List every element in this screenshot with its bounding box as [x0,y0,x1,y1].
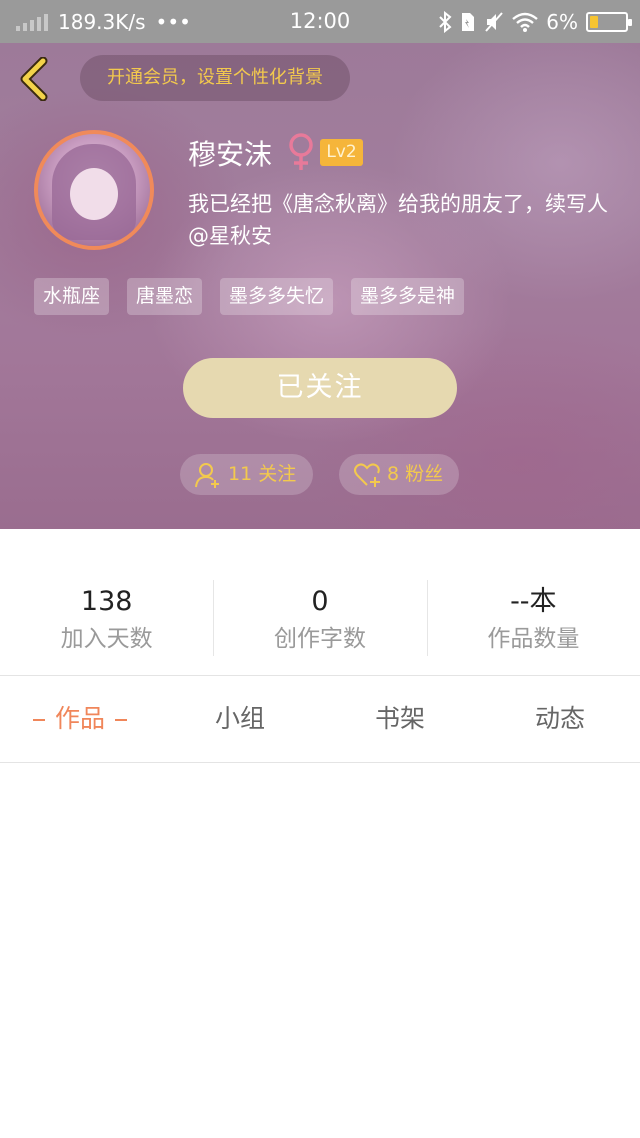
chevron-left-icon [20,57,48,101]
vip-banner[interactable]: 开通会员，设置个性化背景 [80,55,350,101]
tag-item[interactable]: 唐墨恋 [127,278,203,315]
stat-label: 创作字数 [273,626,366,652]
tab-bookshelf[interactable]: 书架 [320,676,480,762]
network-speed: 189.3K/s [58,9,146,34]
fans-button[interactable]: 8 粉丝 [339,454,459,495]
status-bar: 189.3K/s ••• 12:00 6% [0,0,640,43]
tab-label: 小组 [214,704,265,733]
username: 穆安沫 [188,138,273,171]
female-icon [289,133,313,170]
battery-icon [586,11,632,32]
following-label: 11 关注 [228,463,297,485]
following-button[interactable]: 11 关注 [180,454,313,495]
fans-label: 8 粉丝 [387,463,444,485]
stat-days: 138 加入天数 [0,580,213,656]
mute-icon [485,11,504,32]
battery-fill [590,15,598,28]
tab-label: 书架 [374,704,425,733]
stat-label: 作品数量 [487,626,580,652]
stat-value: 138 [80,586,133,617]
bluetooth-icon [439,10,452,33]
tab-label: 作品 [54,704,105,733]
tab-activity[interactable]: 动态 [480,676,640,762]
wifi-icon [512,12,539,32]
add-user-icon [195,462,219,488]
tag-list: 水瓶座 唐墨恋 墨多多失忆 墨多多是神 [34,278,465,315]
follow-button[interactable]: 已关注 [183,358,457,418]
stat-value: --本 [510,586,557,617]
tab-bar: 作品 小组 书架 动态 [0,676,640,762]
heart-icon [354,462,380,487]
status-right: 6% [438,0,632,43]
sim-icon [462,12,475,31]
status-dots: ••• [155,9,191,34]
tab-works[interactable]: 作品 [0,676,160,762]
tab-groups[interactable]: 小组 [160,676,320,762]
signal-icon [16,13,48,31]
tag-item[interactable]: 墨多多是神 [351,278,465,315]
status-left: 189.3K/s ••• [16,0,191,43]
stat-works: --本 作品数量 [426,580,640,656]
bio-text: 我已经把《唐念秋离》给我的朋友了，续写人@星秋安 [188,192,608,248]
tab-label: 动态 [534,704,585,733]
back-button[interactable] [14,57,54,101]
divider [0,762,640,763]
tag-item[interactable]: 水瓶座 [34,278,110,315]
stat-value: 0 [311,586,329,617]
stats-row: 138 加入天数 0 创作字数 --本 作品数量 [0,580,640,656]
avatar[interactable] [34,130,154,250]
level-badge: Lv2 [320,139,363,166]
stat-label: 加入天数 [60,626,153,652]
tag-item[interactable]: 墨多多失忆 [220,278,334,315]
battery-percent: 6% [546,9,578,34]
stat-words: 0 创作字数 [213,580,426,656]
profile-header: 开通会员，设置个性化背景 穆安沫 Lv2 我已经把《唐念秋离》给我的朋友了，续写… [0,43,640,529]
